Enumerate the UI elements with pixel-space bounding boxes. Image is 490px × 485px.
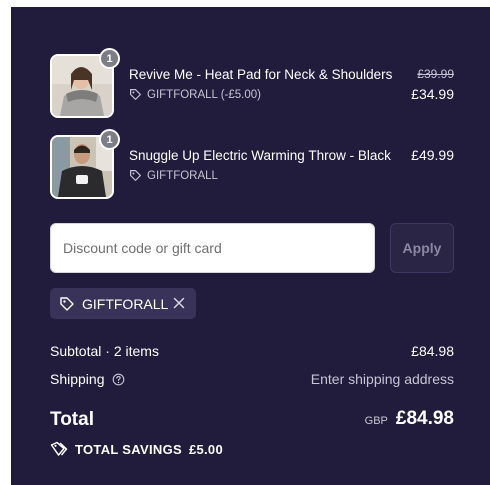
total-value: £84.98 (395, 408, 454, 429)
subtotal-row: Subtotal · 2 items £84.98 (50, 343, 454, 359)
discount-code-input[interactable] (50, 223, 375, 273)
line-item: 1 Revive Me - Heat Pad for Neck & Should… (50, 48, 454, 118)
savings-label: TOTAL SAVINGS (75, 441, 182, 457)
item-discount-code: GIFTFORALL (147, 169, 218, 182)
original-price: £39.99 (417, 67, 454, 81)
product-name: Revive Me - Heat Pad for Neck & Shoulder… (129, 67, 393, 82)
product-name: Snuggle Up Electric Warming Throw - Blac… (129, 148, 391, 163)
tag-icon (130, 89, 141, 100)
line-item: 1 Snuggle Up Electric Warming Throw - Bl… (50, 129, 454, 199)
shipping-value: Enter shipping address (310, 371, 454, 387)
subtotal-label: Subtotal · 2 items (50, 343, 159, 359)
total-savings: TOTAL SAVINGS £5.00 (50, 441, 223, 457)
item-price: £34.99 (411, 86, 454, 102)
applied-discount-tag: GIFTFORALL (50, 288, 196, 319)
item-price: £49.99 (411, 147, 454, 163)
shipping-row: Shipping Enter shipping address (50, 371, 454, 387)
remove-discount-icon[interactable] (171, 295, 187, 311)
item-discount-code: GIFTFORALL (-£5.00) (147, 88, 261, 101)
total-label: Total (50, 409, 94, 430)
tag-icon (130, 170, 141, 181)
item-discount: GIFTFORALL (129, 169, 218, 182)
apply-button[interactable]: Apply (390, 223, 454, 273)
order-summary-panel: 1 Revive Me - Heat Pad for Neck & Should… (11, 7, 490, 485)
item-discount: GIFTFORALL (-£5.00) (129, 88, 261, 101)
quantity-badge: 1 (99, 48, 120, 69)
total-amount: GBP £84.98 (365, 408, 454, 430)
savings-value: £5.00 (188, 441, 223, 457)
tags-icon (50, 441, 68, 456)
shipping-label: Shipping (50, 371, 105, 387)
quantity-badge: 1 (99, 129, 120, 150)
applied-discount-code: GIFTFORALL (82, 295, 169, 312)
help-icon[interactable] (112, 373, 125, 386)
currency-code: GBP (364, 415, 388, 427)
tag-icon (60, 296, 74, 311)
subtotal-value: £84.98 (411, 343, 454, 359)
